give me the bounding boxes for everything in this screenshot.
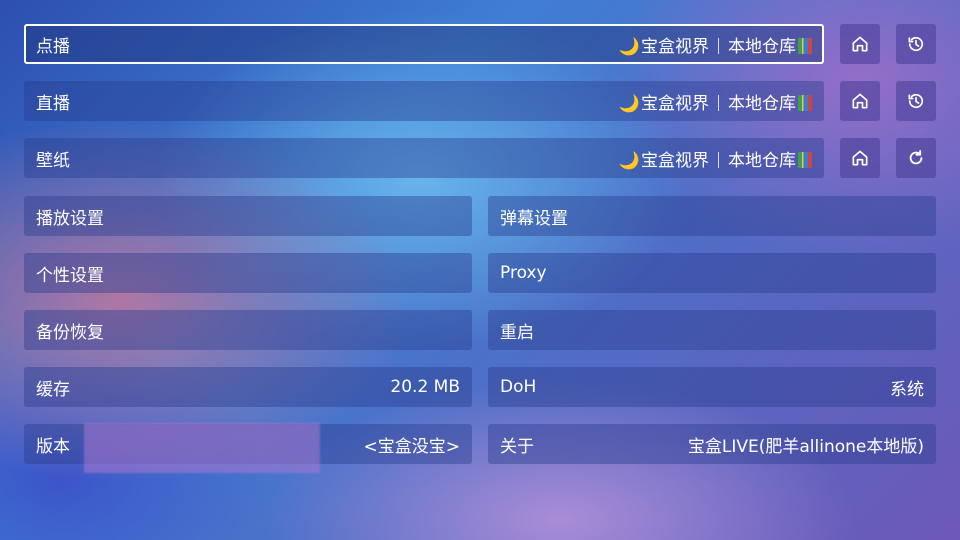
history-icon <box>908 93 924 109</box>
play-settings-button[interactable]: 播放设置 <box>24 196 472 236</box>
moon-icon: 🌙 <box>618 93 640 114</box>
divider <box>718 37 719 54</box>
home-icon <box>852 93 868 109</box>
wallpaper-repo-name: 本地仓库 <box>728 150 796 171</box>
wallpaper-home-button[interactable] <box>840 138 880 178</box>
moon-icon: 🌙 <box>618 150 640 171</box>
restart-label: 重启 <box>500 322 534 343</box>
backup-restore-label: 备份恢复 <box>36 322 104 343</box>
live-repo-name: 本地仓库 <box>728 93 796 114</box>
live-source-value: 🌙宝盒视界 本地仓库 <box>619 89 812 114</box>
cache-size-value: 20.2 MB <box>390 377 460 397</box>
about-label: 关于 <box>500 436 534 457</box>
wallpaper-label: 壁纸 <box>36 150 70 171</box>
proxy-button[interactable]: Proxy <box>488 253 936 293</box>
wallpaper-refresh-button[interactable] <box>896 138 936 178</box>
vod-home-button[interactable] <box>840 24 880 64</box>
books-icon <box>798 151 812 168</box>
restart-button[interactable]: 重启 <box>488 310 936 350</box>
live-label: 直播 <box>36 93 70 114</box>
home-icon <box>852 150 868 166</box>
vod-label: 点播 <box>36 36 70 57</box>
home-icon <box>852 36 868 52</box>
play-settings-label: 播放设置 <box>36 208 104 229</box>
divider <box>718 94 719 111</box>
divider <box>718 151 719 168</box>
doh-button[interactable]: DoH 系统 <box>488 367 936 407</box>
about-button[interactable]: 关于 宝盒LIVE(肥羊allinone本地版) <box>488 424 936 464</box>
cache-button[interactable]: 缓存 20.2 MB <box>24 367 472 407</box>
books-icon <box>798 37 812 54</box>
version-label: 版本 <box>36 436 70 457</box>
cache-label: 缓存 <box>36 379 70 400</box>
about-value: 宝盒LIVE(肥羊allinone本地版) <box>687 436 924 457</box>
danmaku-settings-label: 弹幕设置 <box>500 208 568 229</box>
live-home-button[interactable] <box>840 81 880 121</box>
live-source-row[interactable]: 直播 🌙宝盒视界 本地仓库 <box>24 81 824 121</box>
version-value: <宝盒没宝> <box>363 436 461 457</box>
vod-source-row[interactable]: 点播 🌙宝盒视界 本地仓库 <box>24 24 824 64</box>
vod-site-name: 宝盒视界 <box>641 36 709 57</box>
wallpaper-source-value: 🌙宝盒视界 本地仓库 <box>619 146 812 171</box>
personal-settings-button[interactable]: 个性设置 <box>24 253 472 293</box>
proxy-label: Proxy <box>500 263 547 283</box>
vod-history-button[interactable] <box>896 24 936 64</box>
books-icon <box>798 94 812 111</box>
vod-repo-name: 本地仓库 <box>728 36 796 57</box>
live-history-button[interactable] <box>896 81 936 121</box>
doh-label: DoH <box>500 377 537 397</box>
personal-settings-label: 个性设置 <box>36 265 104 286</box>
refresh-icon <box>909 150 923 165</box>
wallpaper-site-name: 宝盒视界 <box>641 150 709 171</box>
redaction-overlay <box>84 423 320 473</box>
moon-icon: 🌙 <box>618 36 640 57</box>
live-site-name: 宝盒视界 <box>641 93 709 114</box>
doh-value: 系统 <box>890 379 924 400</box>
history-icon <box>908 36 924 52</box>
wallpaper-source-row[interactable]: 壁纸 🌙宝盒视界 本地仓库 <box>24 138 824 178</box>
backup-restore-button[interactable]: 备份恢复 <box>24 310 472 350</box>
vod-source-value: 🌙宝盒视界 本地仓库 <box>619 32 812 57</box>
danmaku-settings-button[interactable]: 弹幕设置 <box>488 196 936 236</box>
